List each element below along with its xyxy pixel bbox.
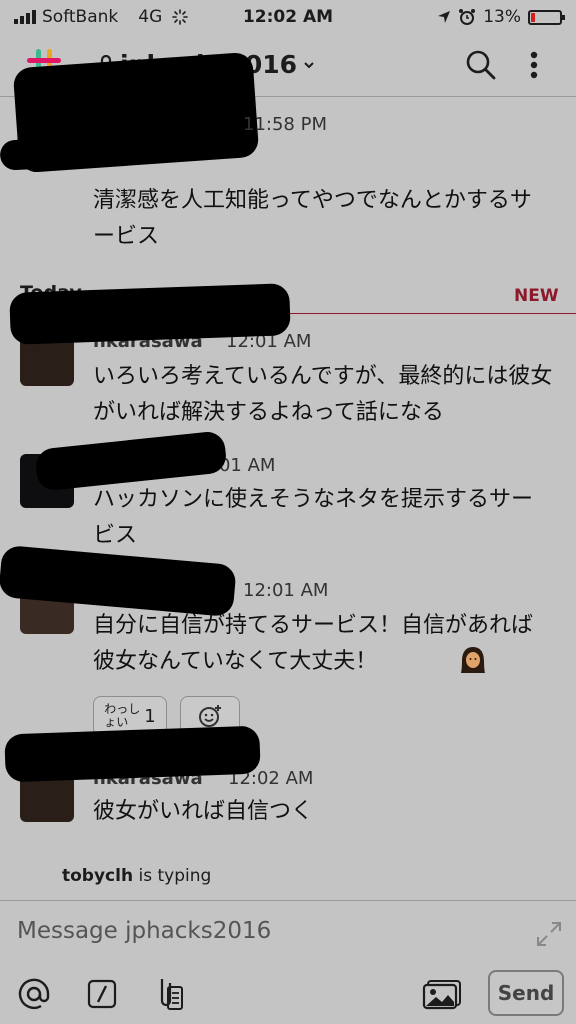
message-text[interactable]: 清潔感を人工知能ってやつでなんとかするサービス [93,183,553,255]
send-button[interactable]: Send [488,970,564,1016]
slash-command-icon[interactable] [87,979,117,1009]
message-text[interactable]: いろいろ考えているんですが、最終的には彼女がいれば解決するよねって話になる [93,359,563,431]
message-text[interactable]: ハッカソンに使えそうなネタを提示するサービス [93,482,553,554]
woman-emoji-icon [461,647,485,673]
battery-percent: 13% [483,7,521,27]
file-icon[interactable] [155,977,185,1011]
message-text[interactable]: 彼女がいれば自信つく [93,794,553,830]
redaction [4,725,261,783]
status-bar: SoftBank 4G 12:02 AM 13% [0,0,576,34]
message-input[interactable]: Message jphacks2016 [17,918,271,944]
photo-icon[interactable] [422,978,462,1010]
composer-divider [0,900,576,901]
search-icon[interactable] [465,49,497,81]
message-timestamp: 11:58 PM [243,114,327,135]
new-messages-badge: NEW [514,286,559,306]
location-arrow-icon [438,11,451,23]
expand-icon[interactable] [535,920,563,948]
redaction [9,283,291,345]
add-reaction-icon [199,705,221,727]
battery-icon [528,9,565,25]
reaction-count: 1 [144,705,156,727]
typing-indicator: tobyclh is typing [62,866,211,886]
vertical-ellipsis-icon[interactable] [527,50,541,80]
message-timestamp: 12:01 AM [243,580,329,601]
typing-user: tobyclh [62,866,134,886]
reaction-emoji: わっしょい [104,702,141,729]
at-icon[interactable] [17,977,51,1011]
chevron-down-icon [304,61,314,68]
alarm-clock-icon [459,9,476,25]
typing-suffix: is typing [138,866,212,886]
